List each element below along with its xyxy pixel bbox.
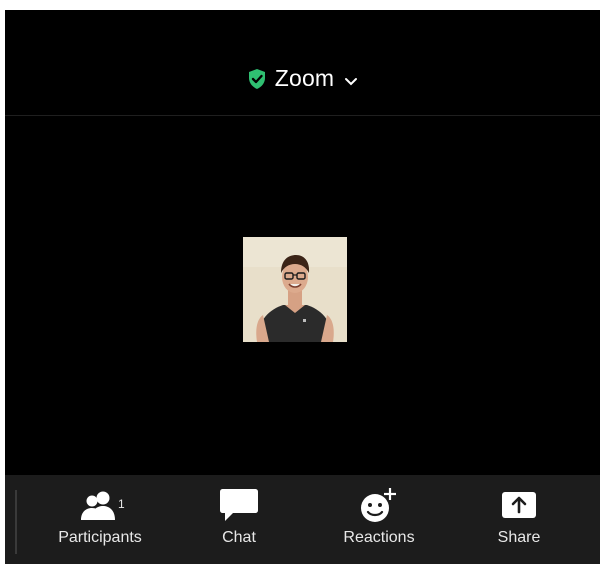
toolbar-edge-divider [15,490,17,554]
chat-label: Chat [222,529,256,546]
meeting-title-button[interactable]: Zoom [5,65,600,92]
meeting-title: Zoom [274,65,335,91]
share-upload-icon [459,487,579,523]
chat-button[interactable]: Chat [179,487,299,547]
participants-label: Participants [58,529,142,546]
participants-icon: 1 [40,487,160,523]
chat-bubble-icon [179,487,299,523]
reactions-label: Reactions [343,529,415,546]
meeting-header: Zoom [5,10,600,116]
reactions-button[interactable]: Reactions [319,487,439,547]
participant-video-thumbnail[interactable] [243,237,347,342]
chevron-down-icon [344,74,358,85]
zoom-meeting-screen: Zoom 1 Participants Chat Reactions Share [5,10,600,564]
meeting-toolbar: 1 Participants Chat Reactions Share [5,475,600,564]
share-label: Share [497,529,541,546]
participants-button[interactable]: 1 Participants [40,487,160,547]
reactions-smiley-plus-icon [319,487,439,523]
video-area [5,116,600,476]
shield-check-icon [247,68,267,90]
share-button[interactable]: Share [459,487,579,547]
participants-count: 1 [118,497,125,511]
